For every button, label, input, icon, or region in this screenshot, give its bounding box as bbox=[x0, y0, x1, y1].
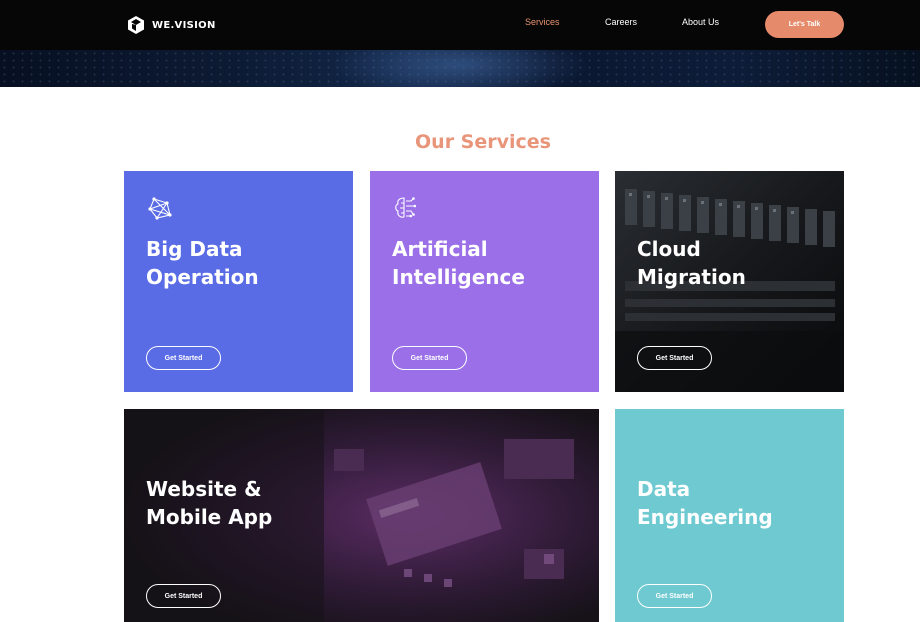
service-card-artificial-intelligence[interactable]: Artificial Intelligence Get Started bbox=[370, 171, 599, 392]
get-started-button[interactable]: Get Started bbox=[392, 346, 467, 370]
brain-icon bbox=[395, 197, 417, 218]
card-title: Big Data Operation bbox=[146, 237, 259, 289]
service-card-website-mobile-app[interactable]: Website & Mobile App Get Started bbox=[124, 409, 599, 622]
get-started-button[interactable]: Get Started bbox=[637, 346, 712, 370]
nav-link-services[interactable]: Services bbox=[525, 17, 560, 27]
nav-link-about-us[interactable]: About Us bbox=[682, 17, 719, 27]
get-started-button[interactable]: Get Started bbox=[146, 584, 221, 608]
nav-link-careers[interactable]: Careers bbox=[605, 17, 637, 27]
top-navigation-bar: WE.VISION Services Careers About Us Let'… bbox=[0, 0, 920, 50]
service-card-cloud-migration[interactable]: Cloud Migration Get Started bbox=[615, 171, 844, 392]
hero-banner-image bbox=[0, 50, 920, 87]
get-started-button[interactable]: Get Started bbox=[146, 346, 221, 370]
card-title: Data Engineering bbox=[637, 477, 773, 529]
service-card-big-data[interactable]: Big Data Operation Get Started bbox=[124, 171, 353, 392]
brand-logo[interactable]: WE.VISION bbox=[126, 14, 216, 36]
card-title: Website & Mobile App bbox=[146, 477, 273, 529]
section-title: Our Services bbox=[415, 131, 551, 153]
service-card-data-engineering[interactable]: Data Engineering Get Started bbox=[615, 409, 844, 622]
lets-talk-button[interactable]: Let's Talk bbox=[765, 11, 844, 38]
cube-logo-icon bbox=[128, 16, 144, 34]
card-title: Artificial Intelligence bbox=[392, 237, 525, 289]
network-icon bbox=[148, 197, 172, 220]
brand-name: WE.VISION bbox=[152, 19, 216, 31]
get-started-button[interactable]: Get Started bbox=[637, 584, 712, 608]
card-title: Cloud Migration bbox=[637, 237, 746, 289]
